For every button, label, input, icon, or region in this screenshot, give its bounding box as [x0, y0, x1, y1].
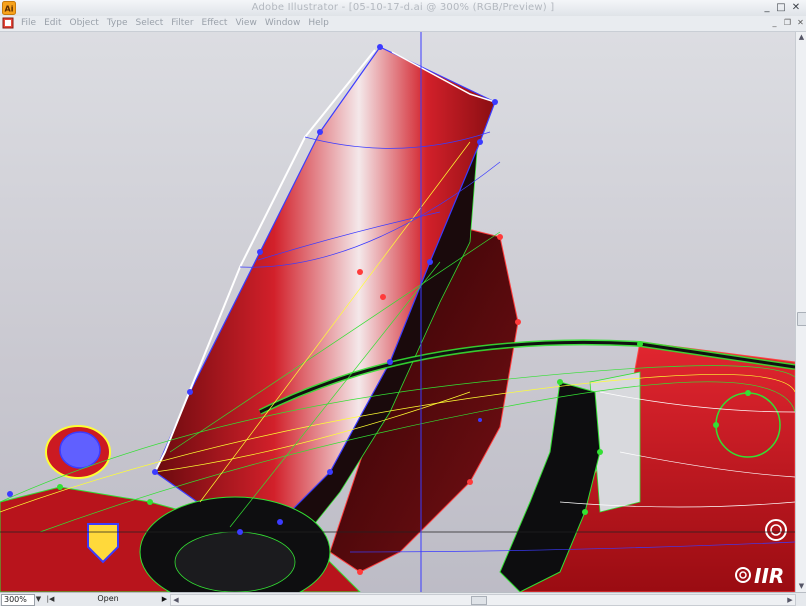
minimize-button[interactable]: _ — [760, 1, 774, 15]
zoom-level-field[interactable]: 300% — [1, 594, 35, 606]
scroll-down-icon[interactable]: ▼ — [796, 581, 806, 592]
zoom-dropdown-icon[interactable]: ▼ — [34, 594, 43, 604]
doc-minimize-button[interactable]: _ — [769, 16, 780, 29]
close-button[interactable]: ✕ — [789, 1, 803, 15]
artboard-canvas[interactable]: IIR — [0, 32, 795, 592]
menu-object[interactable]: Object — [66, 17, 103, 30]
horizontal-scroll-thumb[interactable] — [471, 596, 487, 605]
menu-view[interactable]: View — [231, 17, 260, 30]
menu-edit[interactable]: Edit — [40, 17, 65, 30]
scroll-left-icon[interactable]: ◀ — [171, 595, 181, 605]
doc-restore-button[interactable]: ❐ — [782, 16, 793, 29]
doc-close-button[interactable]: ✕ — [795, 16, 806, 29]
maximize-button[interactable]: □ — [774, 1, 788, 15]
menu-effect[interactable]: Effect — [198, 17, 232, 30]
menu-window[interactable]: Window — [261, 17, 305, 30]
vertical-scrollbar[interactable]: ▲ ▼ — [795, 32, 806, 592]
watermark-text: IIR — [754, 564, 784, 588]
artwork-svg: IIR — [0, 32, 795, 592]
title-bar: Ai Adobe Illustrator - [05-10-17-d.ai @ … — [0, 0, 806, 17]
first-page-icon[interactable]: |◀ — [46, 594, 55, 604]
menu-select[interactable]: Select — [131, 17, 167, 30]
scroll-right-icon[interactable]: ▶ — [785, 595, 795, 605]
vertical-scroll-thumb[interactable] — [797, 312, 806, 326]
menu-file[interactable]: File — [17, 17, 40, 30]
menu-bar: File Edit Object Type Select Filter Effe… — [0, 16, 806, 32]
window-title: Adobe Illustrator - [05-10-17-d.ai @ 300… — [251, 2, 555, 13]
menu-help[interactable]: Help — [304, 17, 333, 30]
menu-type[interactable]: Type — [103, 17, 132, 30]
status-menu-icon[interactable]: ▶ — [160, 594, 169, 604]
horizontal-scrollbar[interactable]: ◀ ▶ — [170, 594, 796, 606]
scroll-up-icon[interactable]: ▲ — [796, 32, 806, 43]
status-text: Open — [97, 594, 119, 603]
document-icon[interactable] — [2, 17, 14, 29]
menu-filter[interactable]: Filter — [167, 17, 197, 30]
status-bar: 300% ▼ |◀ Open ▶ ◀ ▶ — [0, 592, 806, 606]
